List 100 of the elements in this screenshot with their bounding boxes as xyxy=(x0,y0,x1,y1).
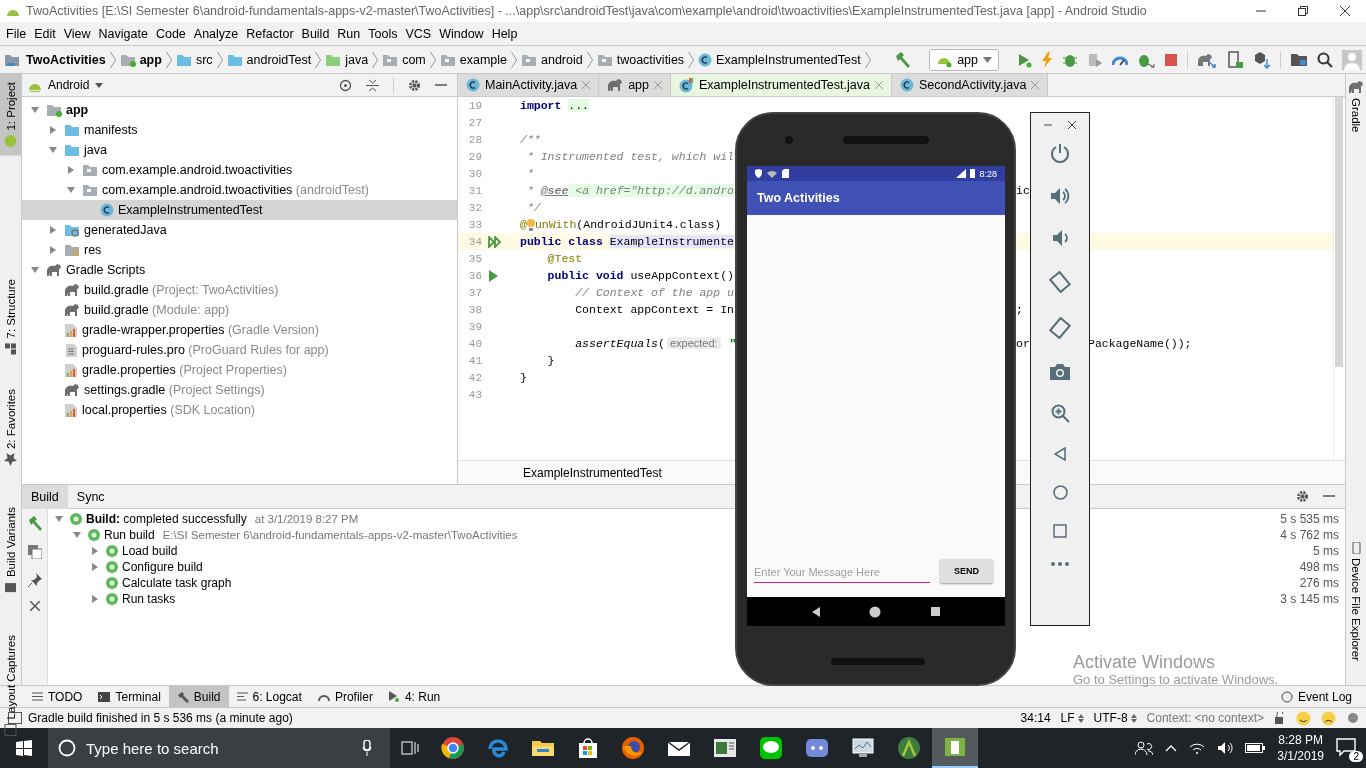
menu-item[interactable]: Analyze xyxy=(189,26,243,41)
project-structure-icon[interactable] xyxy=(1290,51,1308,68)
menu-item[interactable]: VCS xyxy=(401,26,436,41)
breadcrumb[interactable]: java xyxy=(345,52,369,67)
more-icon[interactable] xyxy=(1051,562,1069,566)
menu-item[interactable]: File xyxy=(2,26,31,41)
envelope-icon[interactable] xyxy=(667,739,691,757)
expand-arrow-icon[interactable] xyxy=(90,594,100,604)
tree-item[interactable]: build.gradle (Project: TwoActivities) xyxy=(84,283,279,297)
tree-item[interactable]: app xyxy=(66,103,89,117)
people-icon[interactable] xyxy=(1135,740,1154,756)
gradle-sync-icon[interactable] xyxy=(1197,51,1217,68)
smiley-icon[interactable] xyxy=(1296,710,1311,726)
editor-tab[interactable]: SecondActivity.java xyxy=(891,74,1049,96)
tool-window-tab[interactable]: 4: Run xyxy=(380,685,449,708)
tree-item[interactable]: generatedJava xyxy=(84,223,167,237)
breadcrumb[interactable]: twoactivities xyxy=(616,52,685,67)
window-app-icon[interactable] xyxy=(713,738,737,758)
wifi-icon[interactable] xyxy=(1189,742,1206,754)
menu-item[interactable]: Run xyxy=(333,26,365,41)
tool-window-tab[interactable]: Gradle xyxy=(1346,76,1366,137)
expand-arrow-icon[interactable] xyxy=(90,562,100,572)
tool-window-tab[interactable]: Profiler xyxy=(309,685,381,708)
game-controller-icon[interactable] xyxy=(805,737,829,759)
rotate-left-icon[interactable] xyxy=(1049,271,1071,293)
microphone-icon[interactable] xyxy=(362,740,372,756)
tool-window-tab[interactable]: Build Variants xyxy=(0,499,21,603)
breadcrumb[interactable]: android xyxy=(541,52,583,67)
expand-arrow-icon[interactable] xyxy=(48,125,58,135)
line-separator[interactable]: LF xyxy=(1060,711,1075,725)
tree-item[interactable]: com.example.android.twoactivities xyxy=(102,163,293,177)
tree-item[interactable]: settings.gradle (Project Settings) xyxy=(84,383,265,397)
chat-bubble-icon[interactable] xyxy=(759,736,783,760)
collapse-arrow-icon[interactable] xyxy=(30,265,40,275)
event-log-button[interactable]: Event Log xyxy=(1280,689,1366,704)
close-icon[interactable] xyxy=(1068,121,1076,129)
notification-icon[interactable] xyxy=(1336,737,1356,757)
collapse-arrow-icon[interactable] xyxy=(72,530,82,540)
run-configuration-dropdown[interactable]: app xyxy=(929,48,999,71)
collapse-arrow-icon[interactable] xyxy=(30,105,40,115)
lock-icon[interactable] xyxy=(1274,712,1286,724)
search-icon[interactable] xyxy=(1317,51,1333,68)
breadcrumb[interactable]: androidTest xyxy=(246,52,312,67)
task-view-icon[interactable] xyxy=(401,740,419,756)
menu-item[interactable]: Navigate xyxy=(94,26,152,41)
minimize-icon[interactable] xyxy=(1044,121,1052,129)
panel-tab[interactable]: Build xyxy=(22,484,68,509)
tree-item[interactable]: java xyxy=(84,143,107,157)
editor-tab[interactable]: app xyxy=(599,74,672,96)
editor-tab[interactable]: ExampleInstrumentedTest.java xyxy=(671,74,892,96)
shopping-bag-icon[interactable] xyxy=(577,737,599,759)
tool-window-tab[interactable]: 1: Project xyxy=(0,74,21,156)
hammer-icon[interactable] xyxy=(26,515,43,531)
file-encoding[interactable]: UTF-8 xyxy=(1093,711,1128,725)
build-step[interactable]: Load build xyxy=(122,544,178,558)
breadcrumb[interactable]: com xyxy=(402,52,426,67)
stop-icon[interactable] xyxy=(1164,52,1178,67)
tree-item[interactable]: gradle-wrapper.properties (Gradle Version) xyxy=(82,323,319,337)
windows-logo-icon[interactable] xyxy=(16,740,32,756)
clock[interactable]: 8:28 PM 3/1/2019 xyxy=(1277,732,1324,764)
tool-window-tab[interactable]: Terminal xyxy=(90,685,169,708)
tree-item[interactable]: proguard-rules.pro (ProGuard Rules for app) xyxy=(82,343,329,357)
pin-icon[interactable] xyxy=(27,573,42,587)
collapse-all-icon[interactable] xyxy=(366,78,379,92)
build-step[interactable]: Configure build xyxy=(122,560,203,574)
close-icon[interactable] xyxy=(29,601,40,611)
tree-item[interactable]: Gradle Scripts xyxy=(66,263,146,277)
settings-icon[interactable] xyxy=(408,78,421,92)
sdk-download-icon[interactable] xyxy=(1253,50,1271,69)
restore-icon[interactable] xyxy=(1298,6,1308,16)
speaker-icon[interactable] xyxy=(1217,741,1234,755)
panel-tab[interactable]: Sync xyxy=(67,484,114,509)
run-all-icon[interactable] xyxy=(488,235,502,248)
expand-arrow-icon[interactable] xyxy=(48,245,58,255)
tool-window-tab[interactable]: 7: Structure xyxy=(0,270,21,364)
rotate-right-icon[interactable] xyxy=(1049,317,1071,339)
expand-arrow-icon[interactable] xyxy=(48,225,58,235)
chevron-up-icon[interactable] xyxy=(1165,744,1178,752)
settings-icon[interactable] xyxy=(1296,490,1309,503)
overview-icon[interactable] xyxy=(931,607,941,616)
volume-down-icon[interactable] xyxy=(1052,229,1068,247)
monitor-app-icon[interactable] xyxy=(851,737,875,759)
close-icon[interactable] xyxy=(1340,6,1350,16)
tool-window-tab[interactable]: Build xyxy=(168,685,229,708)
tree-item[interactable]: gradle.properties (Project Properties) xyxy=(82,363,287,377)
attach-debugger-icon[interactable] xyxy=(1087,51,1103,68)
tool-window-tab[interactable]: Device File Explorer xyxy=(1346,538,1366,665)
tree-item[interactable]: res xyxy=(84,243,102,257)
sad-face-icon[interactable] xyxy=(1321,710,1336,726)
build-step[interactable]: Calculate task graph xyxy=(122,576,232,590)
run-icon[interactable] xyxy=(1016,51,1032,68)
menu-item[interactable]: Help xyxy=(487,26,522,41)
build-step[interactable]: Run tasks xyxy=(122,592,176,606)
breadcrumb[interactable]: src xyxy=(195,52,213,67)
tree-item[interactable]: local.properties (SDK Location) xyxy=(82,403,255,417)
search-field[interactable]: Type here to search xyxy=(48,728,390,768)
breadcrumb[interactable]: ExampleInstrumentedTest xyxy=(716,52,861,67)
power-icon[interactable] xyxy=(1050,143,1070,163)
tree-item[interactable]: build.gradle (Module: app) xyxy=(84,303,230,317)
menu-item[interactable]: Window xyxy=(435,26,488,41)
